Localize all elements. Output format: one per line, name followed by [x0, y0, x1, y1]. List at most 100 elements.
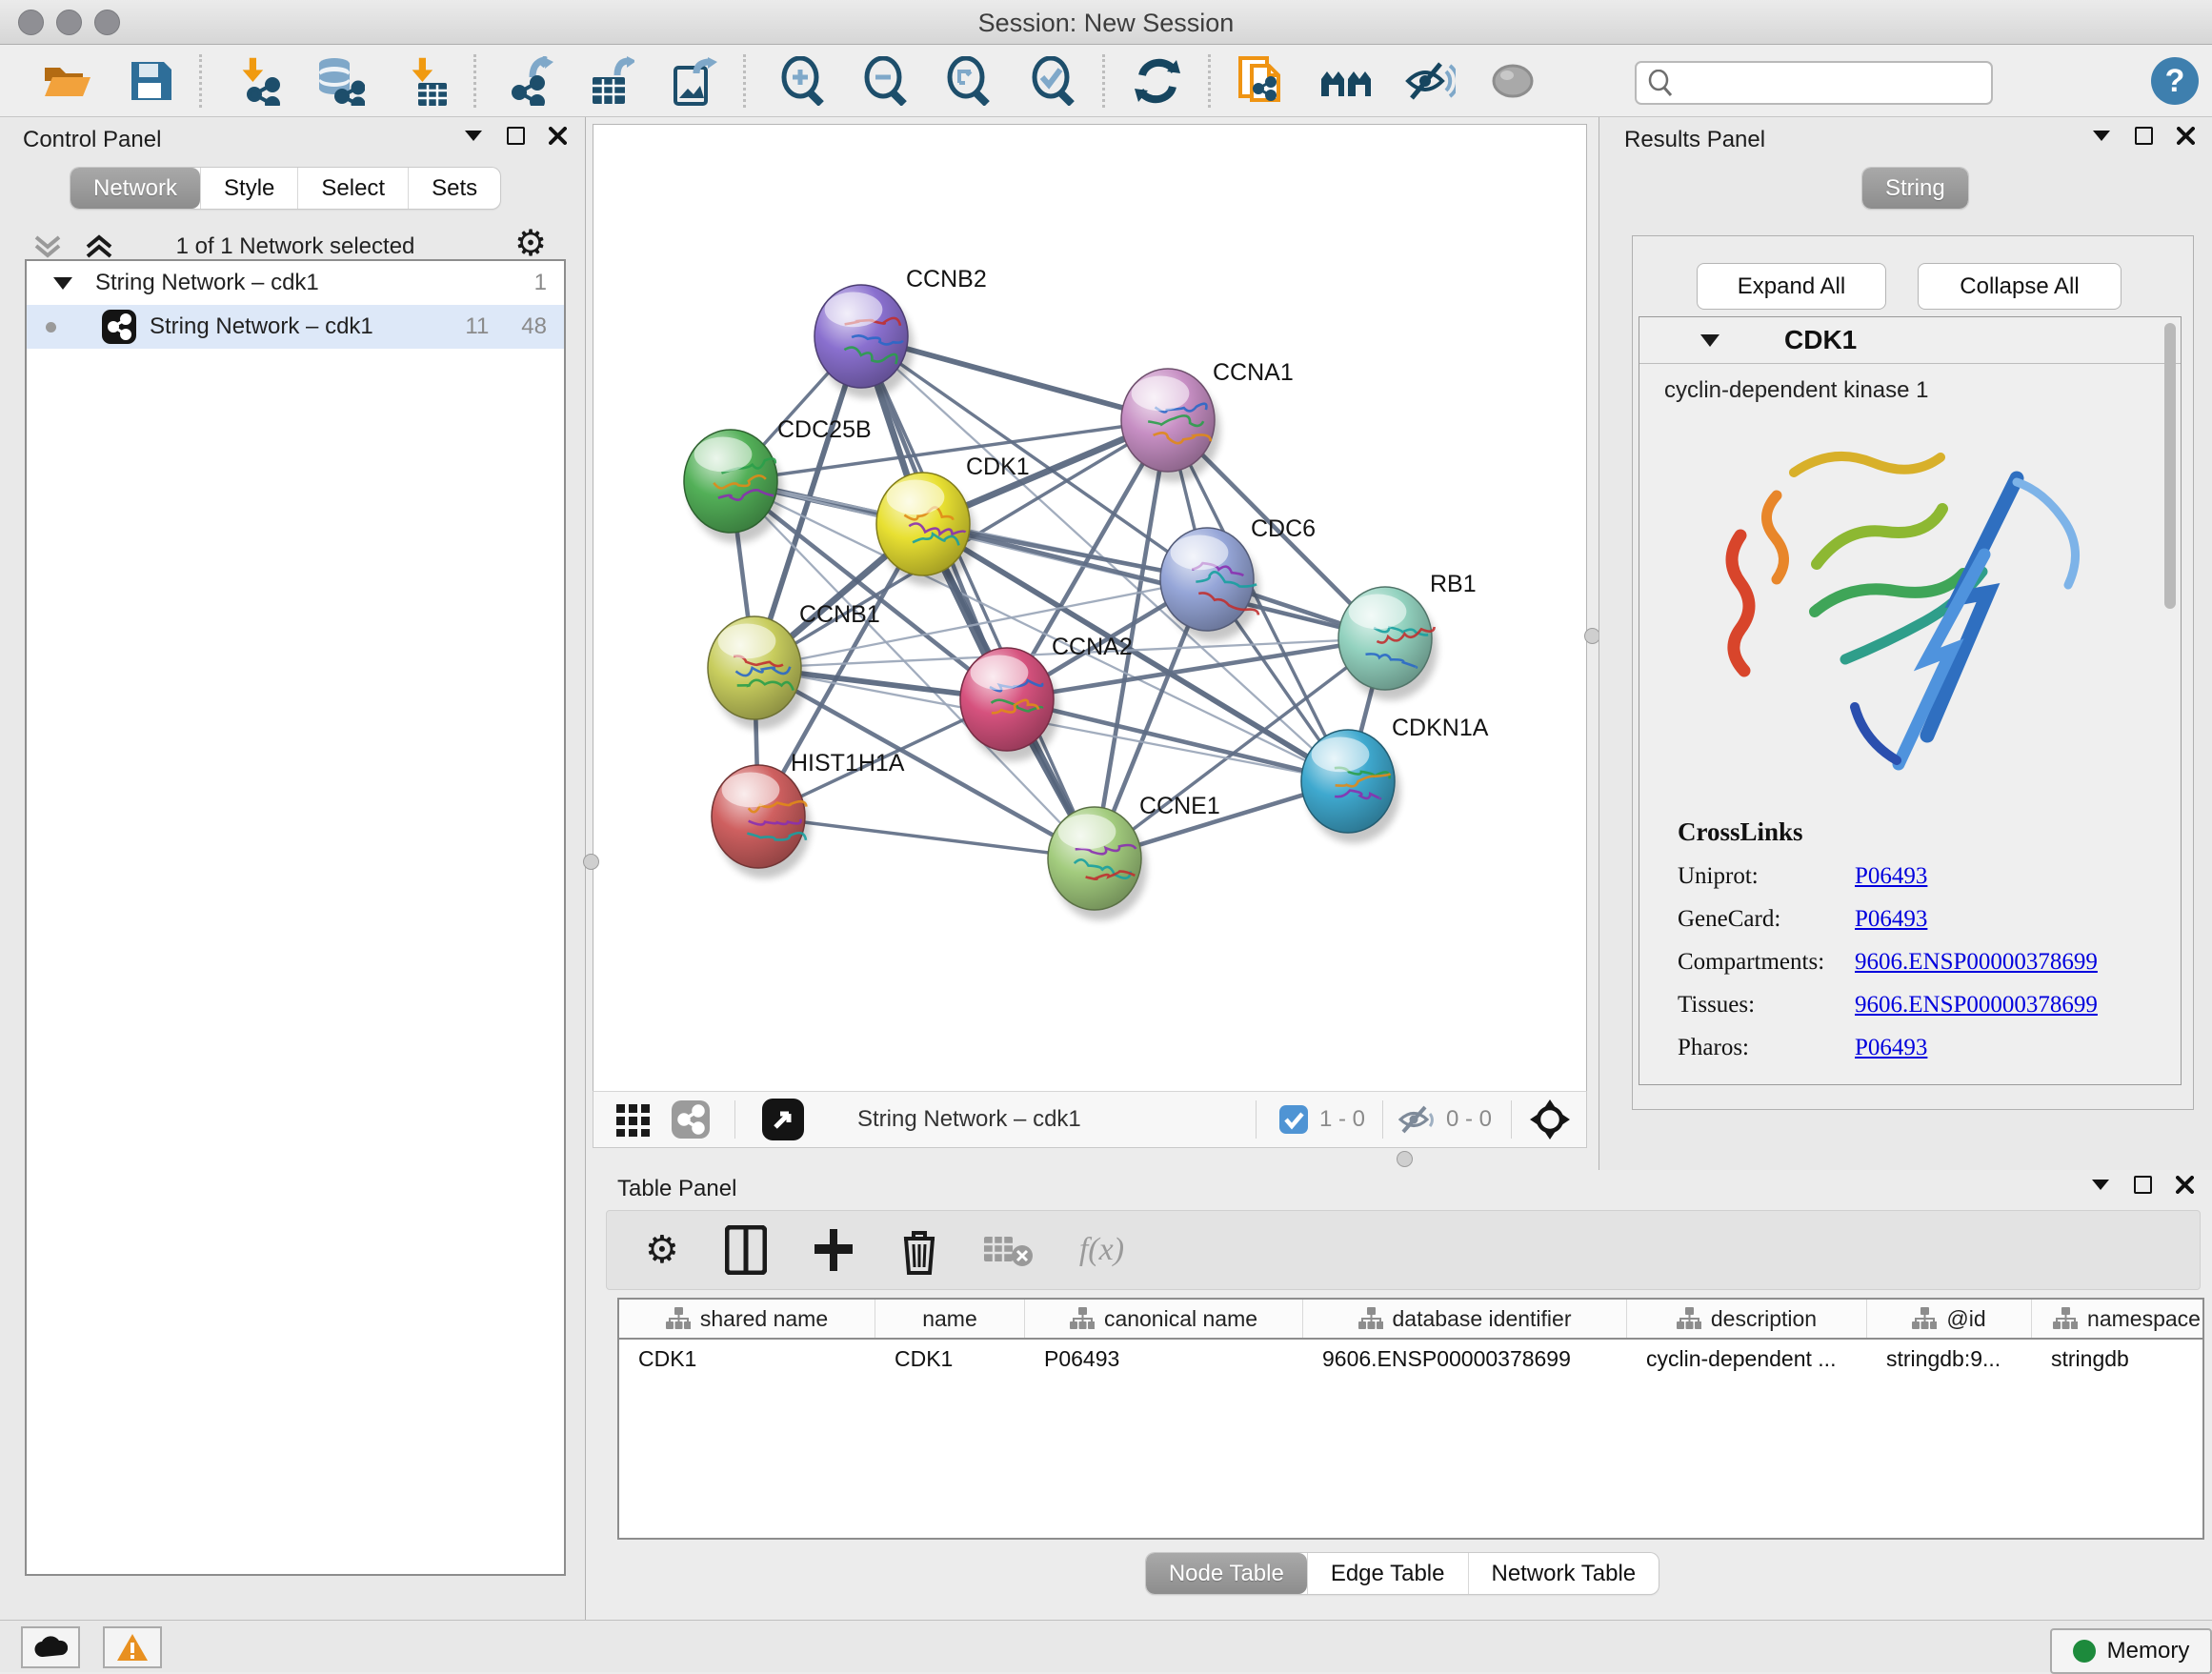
table-cell[interactable]: 9606.ENSP00000378699 [1303, 1340, 1627, 1378]
left-splitter-handle[interactable] [583, 854, 599, 870]
panel-float-icon[interactable] [2133, 125, 2154, 146]
network-row-label: String Network – cdk1 [150, 313, 465, 340]
panel-collapse-icon[interactable] [463, 125, 484, 146]
column-header-id[interactable]: @id [1867, 1300, 2032, 1338]
create-column-icon[interactable] [813, 1227, 855, 1273]
network-view-mode-icon[interactable] [672, 1100, 710, 1139]
table-cell[interactable]: stringdb [2032, 1340, 2204, 1378]
crosslink-row: Pharos:P06493 [1678, 1035, 2181, 1061]
table-cell[interactable]: CDK1 [875, 1340, 1025, 1378]
tab-select[interactable]: Select [297, 168, 408, 209]
table-cell[interactable]: CDK1 [619, 1340, 875, 1378]
panel-close-icon[interactable] [2174, 1174, 2195, 1195]
collapse-all-networks-icon[interactable] [32, 233, 69, 262]
tab-edge-table[interactable]: Edge Table [1307, 1553, 1468, 1594]
column-header-database-identifier[interactable]: database identifier [1303, 1300, 1627, 1338]
column-header-canonical-name[interactable]: canonical name [1025, 1300, 1303, 1338]
apply-layout-icon[interactable] [1131, 54, 1184, 108]
panel-close-icon[interactable] [547, 125, 568, 146]
delete-table-icon[interactable] [984, 1233, 1034, 1267]
search-input[interactable] [1680, 70, 1991, 96]
help-button[interactable]: ? [2151, 57, 2199, 105]
column-header-shared-name[interactable]: shared name [619, 1300, 875, 1338]
first-neighbors-icon[interactable] [1319, 54, 1373, 108]
import-network-icon[interactable] [231, 54, 285, 108]
network-row-selected[interactable]: String Network – cdk1 11 48 [27, 305, 564, 349]
function-builder-icon[interactable]: f(x) [1079, 1232, 1124, 1268]
gene-card-header[interactable]: CDK1 [1639, 317, 2181, 364]
network-node-cdk1[interactable] [876, 473, 975, 586]
table-options-gear-icon[interactable]: ⚙ [645, 1228, 679, 1272]
bottom-splitter-handle[interactable] [1397, 1151, 1413, 1167]
table-cell[interactable]: cyclin-dependent ... [1627, 1340, 1867, 1378]
column-header-namespace[interactable]: namespace [2032, 1300, 2204, 1338]
hide-selected-icon[interactable] [1403, 54, 1457, 108]
panel-close-icon[interactable] [2175, 125, 2196, 146]
zoom-selected-icon[interactable] [1026, 54, 1079, 108]
search-field[interactable] [1635, 61, 1993, 105]
warnings-button[interactable] [103, 1626, 162, 1668]
panel-collapse-icon[interactable] [2091, 125, 2112, 146]
crosslink-link[interactable]: 9606.ENSP00000378699 [1855, 992, 2098, 1019]
save-session-icon[interactable] [124, 54, 177, 108]
tab-string[interactable]: String [1862, 168, 1968, 209]
hidden-eye-slash-icon[interactable] [1398, 1103, 1437, 1136]
grid-view-icon[interactable] [616, 1102, 651, 1137]
copy-style-icon[interactable] [1235, 54, 1288, 108]
collapse-all-button[interactable]: Collapse All [1918, 263, 2122, 310]
crosslink-link[interactable]: P06493 [1855, 906, 1927, 933]
import-network-from-database-icon[interactable] [312, 54, 366, 108]
network-node-cdkn1a[interactable] [1301, 730, 1400, 843]
table-header-row: shared namenamecanonical namedatabase id… [619, 1300, 2202, 1340]
node-label-rb1: RB1 [1430, 571, 1477, 597]
show-columns-icon[interactable] [725, 1225, 767, 1275]
network-node-rb1[interactable] [1338, 587, 1438, 700]
open-session-icon[interactable] [40, 54, 93, 108]
tab-network-table[interactable]: Network Table [1468, 1553, 1659, 1594]
crosslink-link[interactable]: P06493 [1855, 863, 1927, 890]
show-all-icon[interactable] [1486, 54, 1539, 108]
tab-node-table[interactable]: Node Table [1146, 1553, 1307, 1594]
network-node-ccna1[interactable] [1121, 369, 1220, 482]
results-scrollbar[interactable] [2164, 323, 2176, 609]
selected-checkbox-icon[interactable] [1279, 1105, 1308, 1134]
network-node-cdc25b[interactable] [684, 430, 783, 543]
disclosure-triangle-icon[interactable] [1700, 334, 1719, 347]
table-cell[interactable]: P06493 [1025, 1340, 1303, 1378]
cloud-status-button[interactable] [21, 1626, 80, 1668]
table-row[interactable]: CDK1CDK1P064939606.ENSP00000378699cyclin… [619, 1340, 2202, 1378]
network-node-ccne1[interactable] [1048, 807, 1147, 920]
detach-view-icon[interactable] [762, 1099, 804, 1140]
delete-column-icon[interactable] [900, 1225, 938, 1275]
network-collection-row[interactable]: String Network – cdk1 1 [27, 261, 564, 305]
expand-all-networks-icon[interactable] [84, 233, 120, 262]
panel-float-icon[interactable] [2132, 1174, 2153, 1195]
expand-all-button[interactable]: Expand All [1697, 263, 1886, 310]
zoom-in-icon[interactable] [775, 54, 829, 108]
memory-button[interactable]: Memory [2050, 1628, 2212, 1674]
crosslink-link[interactable]: 9606.ENSP00000378699 [1855, 949, 2098, 976]
export-table-icon[interactable] [583, 54, 636, 108]
birds-eye-toggle-icon[interactable] [1529, 1099, 1571, 1140]
zoom-fit-icon[interactable] [941, 54, 995, 108]
import-table-icon[interactable] [399, 54, 452, 108]
export-image-icon[interactable] [666, 54, 719, 108]
network-graph[interactable]: CCNB2CCNA1CDC25BCDK1CDC6RB1CCNB1CCNA2CDK… [593, 125, 1584, 1090]
network-canvas[interactable]: CCNB2CCNA1CDC25BCDK1CDC6RB1CCNB1CCNA2CDK… [593, 124, 1587, 1093]
crosslink-link[interactable]: P06493 [1855, 1035, 1927, 1061]
network-node-hist1h1a[interactable] [712, 765, 811, 878]
column-header-name[interactable]: name [875, 1300, 1025, 1338]
network-node-ccna2[interactable] [960, 648, 1059, 761]
zoom-out-icon[interactable] [858, 54, 912, 108]
export-network-icon[interactable] [502, 54, 555, 108]
table-cell[interactable]: stringdb:9... [1867, 1340, 2032, 1378]
tab-style[interactable]: Style [200, 168, 297, 209]
tab-sets[interactable]: Sets [408, 168, 500, 209]
network-node-ccnb2[interactable] [814, 285, 914, 398]
tab-network[interactable]: Network [70, 168, 200, 209]
panel-float-icon[interactable] [505, 125, 526, 146]
column-header-description[interactable]: description [1627, 1300, 1867, 1338]
current-network-dot-icon [46, 322, 56, 333]
panel-collapse-icon[interactable] [2090, 1174, 2111, 1195]
disclosure-triangle-icon[interactable] [53, 277, 72, 290]
